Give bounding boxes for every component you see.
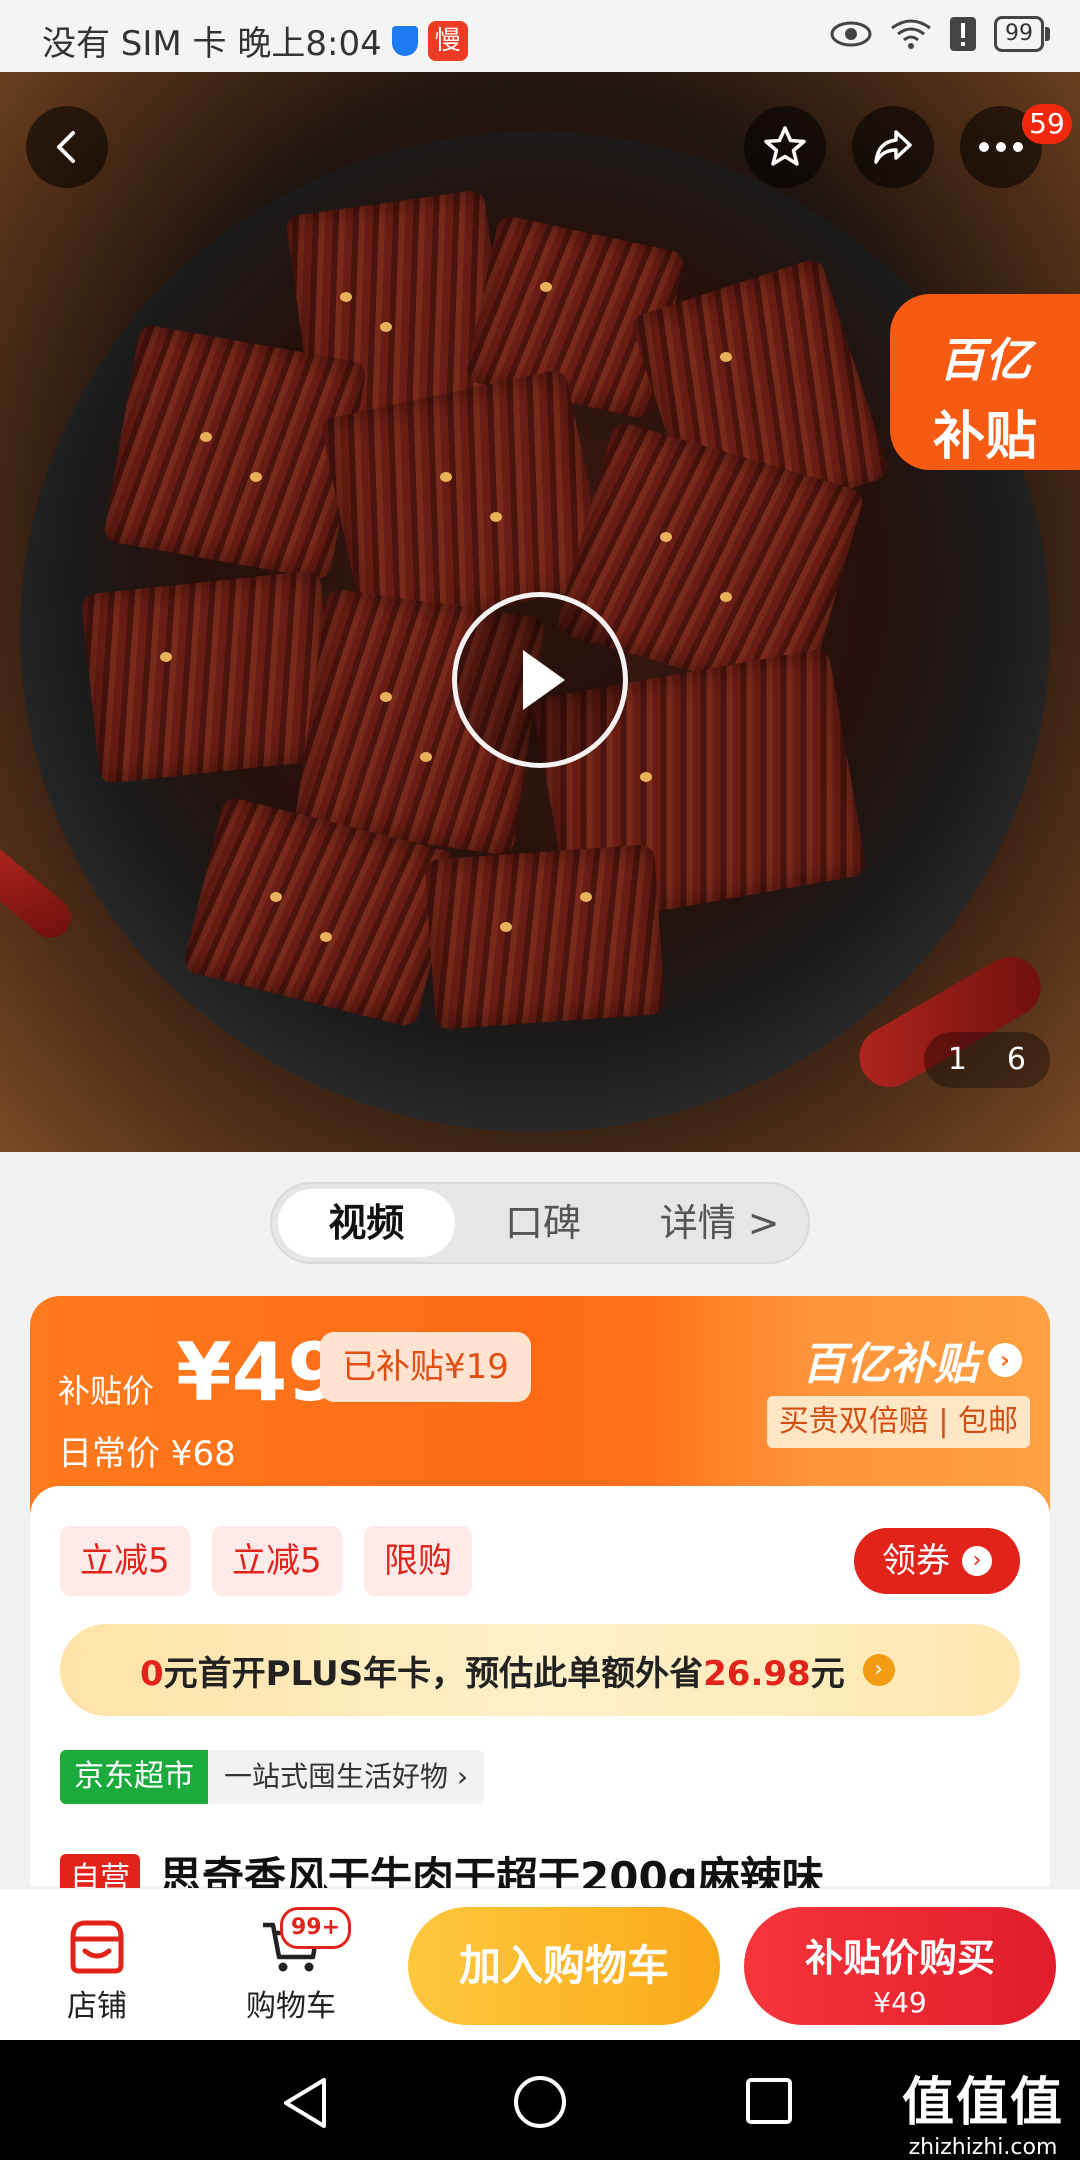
limit-tag: 限购: [364, 1526, 472, 1596]
yiyi-tag-line1: 百亿: [939, 333, 1031, 387]
plus-banner-text: 0元首开PLUS年卡，预估此单额外省26.98元: [140, 1646, 845, 1695]
chevron-right-icon: ›: [862, 1654, 895, 1686]
product-info-panel: 立减5 立减5 限购 领券 › 0元首开PLUS年卡，预估此单额外省26.98元…: [30, 1486, 1050, 1904]
promo-tag: 立减5: [212, 1526, 342, 1596]
cart-count-badge: 99+: [280, 1907, 352, 1949]
plus-membership-banner[interactable]: 0元首开PLUS年卡，预估此单额外省26.98元 ›: [60, 1624, 1020, 1716]
jd-supermarket-tag: 京东超市: [60, 1750, 208, 1804]
watermark: 值值值 zhizhizhi.com: [902, 2060, 1064, 2160]
plus-amount: 26.98: [703, 1653, 811, 1694]
status-left: 没有 SIM 卡 晚上8:04 慢: [42, 16, 468, 65]
yiyi-tag-line2: 补贴: [932, 407, 1037, 467]
slow-app-icon: 慢: [427, 20, 468, 61]
store-label: 店铺: [67, 1989, 127, 2024]
buy-now-button[interactable]: 补贴价购买 ¥49: [744, 1907, 1056, 2025]
get-coupon-label: 领券: [882, 1541, 950, 1581]
tab-details[interactable]: 详情 >: [631, 1189, 808, 1257]
nav-back-icon[interactable]: [280, 2076, 330, 2130]
alert-icon: [950, 17, 976, 51]
guarantee-badge: 买贵双倍赔 | 包邮: [766, 1396, 1030, 1448]
store-icon: [70, 1920, 124, 1974]
tab-reviews[interactable]: 口碑: [455, 1189, 632, 1257]
cart-label: 购物车: [246, 1989, 336, 2024]
play-icon: [523, 650, 565, 710]
product-image-carousel[interactable]: 59 百亿 补贴 1 6: [0, 72, 1080, 1152]
plus-zero: 0: [140, 1653, 164, 1694]
more-dots-icon: [979, 142, 1023, 152]
watermark-big: 值值值: [901, 2073, 1064, 2133]
store-desc: 一站式囤生活好物 ›: [208, 1750, 485, 1804]
subsidy-price-label: 补贴价: [58, 1372, 155, 1410]
store-row[interactable]: 京东超市 一站式囤生活好物 ›: [60, 1750, 485, 1804]
share-icon: [874, 130, 912, 164]
pager-current: 1: [947, 1042, 967, 1077]
status-bar: 没有 SIM 卡 晚上8:04 慢 99: [0, 0, 1080, 72]
get-coupon-button[interactable]: 领券 ›: [854, 1528, 1020, 1594]
subsidy-price-value: ¥49: [176, 1326, 343, 1419]
share-button[interactable]: [852, 106, 934, 188]
tab-video[interactable]: 视频: [278, 1189, 455, 1257]
battery-indicator: 99: [994, 16, 1050, 52]
wifi-icon: [891, 19, 931, 49]
store-button[interactable]: 店铺: [42, 1911, 152, 2025]
back-button[interactable]: [26, 106, 108, 188]
nav-recents-icon[interactable]: [744, 2076, 794, 2126]
content-tabs: 视频 口碑 详情 >: [270, 1182, 810, 1264]
daily-price: 日常价 ¥68: [58, 1434, 236, 1474]
buy-button-price: ¥49: [873, 1986, 927, 2019]
chevron-right-icon: ›: [988, 1343, 1022, 1377]
plus-unit: 元: [810, 1653, 845, 1694]
chevron-right-icon: ›: [962, 1546, 992, 1576]
favorite-button[interactable]: [744, 106, 826, 188]
eye-icon: [830, 21, 872, 47]
message-count-badge: 59: [1022, 104, 1072, 144]
yiyi-subsidy-link[interactable]: 百亿补贴 ›: [802, 1328, 1022, 1392]
plus-text: 元首开PLUS年卡，预估此单额外省: [163, 1653, 704, 1694]
price-card: 补贴价 ¥49 已补贴¥19 日常价 ¥68 百亿补贴 › 买贵双倍赔 | 包邮: [30, 1296, 1050, 1516]
add-to-cart-button[interactable]: 加入购物车: [408, 1907, 720, 2025]
yiyi-subsidy-tag: 百亿 补贴: [890, 294, 1080, 470]
buy-button-label: 补贴价购买: [804, 1936, 995, 1980]
subsidy-amount-badge: 已补贴¥19: [320, 1332, 531, 1402]
watermark-small: zhizhizhi.com: [908, 2135, 1058, 2160]
shield-icon: [391, 25, 418, 56]
back-arrow-icon: [57, 131, 75, 163]
promo-tag: 立减5: [60, 1526, 190, 1596]
nav-home-icon[interactable]: [512, 2074, 568, 2130]
yiyi-subsidy-label: 百亿补贴: [802, 1339, 978, 1390]
carrier-time: 没有 SIM 卡 晚上8:04: [42, 24, 382, 64]
image-pager: 1 6: [923, 1032, 1050, 1088]
pager-total: 6: [1006, 1042, 1026, 1077]
status-right: 99: [830, 16, 1050, 52]
bottom-action-bar: 店铺 购物车 99+ 加入购物车 补贴价购买 ¥49: [0, 1888, 1080, 2041]
star-icon: [764, 126, 806, 166]
play-video-button[interactable]: [452, 592, 628, 768]
